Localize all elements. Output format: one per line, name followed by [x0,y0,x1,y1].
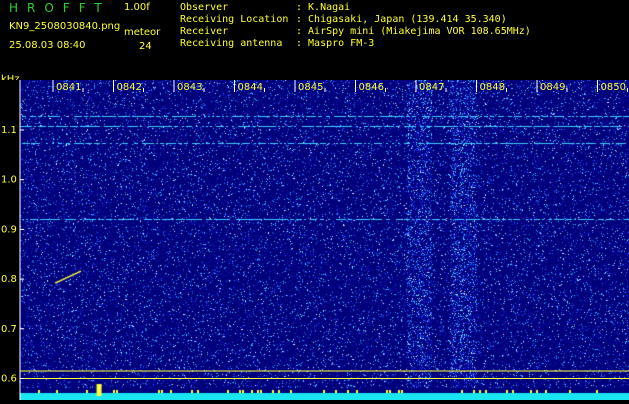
x-tick-label: 0842 [117,82,142,93]
x-tick-label: 0849 [540,82,565,93]
antenna-label: Receiving antenna [180,38,283,49]
antenna-value: : Maspro FM-3 [296,38,375,49]
header-panel: HROFFT 1.00f KN9_2508030840.png 25.08.03… [0,0,629,74]
observer-value: : K.Nagai [296,2,351,13]
y-tick-label: 0.8 [1,274,17,285]
x-tick-label: 0848 [480,82,505,93]
x-tick-label: 0847 [419,82,444,93]
x-tick-label: 0841 [56,82,81,93]
app-title: HROFFT [9,1,111,15]
y-tick-label: 0.6 [1,374,17,385]
y-tick-label: 1.1 [1,125,17,136]
version-label: 1.00f [124,2,150,13]
y-tick-label: 1.0 [1,175,17,186]
meteor-label: meteor [124,27,161,38]
x-tick-label: 0845 [298,82,323,93]
x-tick-label: 0850 [601,82,626,93]
spectrogram-overlay: 0841 0842 0843 0844 0845 0846 0847 0848 0849 0850… [1,80,629,400]
y-tick-label: 0.9 [1,224,17,235]
x-tick-label: 0843 [177,82,202,93]
receiver-label: Receiver [180,26,229,37]
location-value: : Chigasaki, Japan (139.414 35.340) [296,14,507,25]
observer-label: Observer [180,2,229,13]
y-tick-label: 0.7 [1,324,17,335]
x-tick-label: 0846 [359,82,384,93]
location-label: Receiving Location [180,14,289,25]
filename-label: KN9_2508030840.png [9,21,121,32]
spectrogram-plot: 0841 0842 0843 0844 0845 0846 0847 0848 0849 0850… [0,80,629,400]
x-tick-label: 0844 [238,82,263,93]
receiver-value: : AirSpy mini (Miakejima VOR 108.65MHz) [296,26,531,37]
datetime-label: 25.08.03 08:40 [9,40,86,51]
meteor-count: 24 [139,41,152,52]
